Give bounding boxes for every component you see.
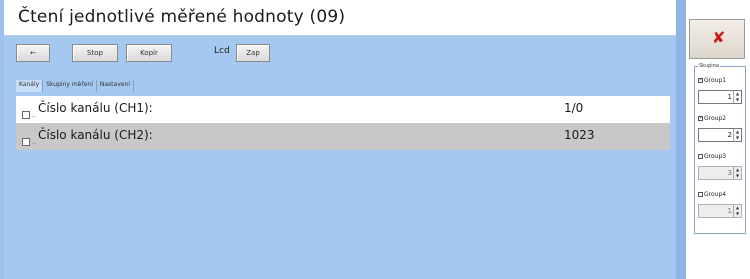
group1-spinner[interactable]: 1 ▲ ▼ [698,90,742,104]
measurement-label: Číslo kanálu (CH2): [38,128,153,142]
back-button[interactable]: ← [16,44,50,62]
group1-spin-value: 1 [727,93,732,101]
tab-bar: Kanály Skupiny měření Nastavení [16,80,134,92]
close-button[interactable]: ✘ [689,19,745,59]
tab-settings[interactable]: Nastavení [97,80,134,92]
measurement-value: 1023 [564,128,595,142]
row-checkbox[interactable] [22,111,30,119]
group2-option[interactable]: ✓Group2 [698,115,726,122]
measurement-value: 1/0 [564,101,584,115]
list-item[interactable]: .. Číslo kanálu (CH2): 1023 [16,123,670,150]
group3-spin-value: 3 [727,169,732,177]
measurement-list: .. Číslo kanálu (CH1): 1/0 .. Číslo kaná… [16,96,670,150]
copy-button[interactable]: Kopír [126,44,172,62]
close-icon: ✘ [712,28,726,47]
group4-spin-value: 1 [727,207,732,215]
lcd-label: Lcd [214,46,230,56]
spin-arrows-icon: ▲ ▼ [733,205,741,217]
group1-checkbox[interactable]: ✓ [698,78,703,83]
title-bar: Čtení jednotlivé měřené hodnoty (09) [4,0,676,36]
group1-option[interactable]: ✓Group1 [698,77,726,84]
group3-checkbox[interactable] [698,154,703,159]
list-item[interactable]: .. Číslo kanálu (CH1): 1/0 [16,96,670,123]
panel-divider [676,0,686,279]
group-box-label: Skupina [698,63,720,69]
group3-spinner: 3 ▲ ▼ [698,166,742,180]
group4-option[interactable]: Group4 [698,191,726,198]
row-marker-icon: .. [32,112,36,119]
group4-label: Group4 [704,191,727,198]
lcd-button[interactable]: Zap [236,44,270,62]
group2-checkbox[interactable]: ✓ [698,116,703,121]
measurement-label: Číslo kanálu (CH1): [38,101,153,115]
group3-option[interactable]: Group3 [698,153,726,160]
spin-arrows-icon[interactable]: ▲ ▼ [733,129,741,141]
group3-label: Group3 [704,153,727,160]
group4-spinner: 1 ▲ ▼ [698,204,742,218]
group2-spinner[interactable]: 2 ▲ ▼ [698,128,742,142]
group1-label: Group1 [704,77,727,84]
tab-measurement-groups[interactable]: Skupiny měření [43,80,97,92]
spin-arrows-icon: ▲ ▼ [733,167,741,179]
group4-checkbox[interactable] [698,192,703,197]
tab-channels[interactable]: Kanály [16,80,44,92]
stop-button[interactable]: Stop [72,44,118,62]
window-title: Čtení jednotlivé měřené hodnoty (09) [18,7,346,27]
row-marker-icon: .. [32,139,36,146]
row-checkbox[interactable] [22,138,30,146]
group2-label: Group2 [704,115,727,122]
spin-arrows-icon[interactable]: ▲ ▼ [733,91,741,103]
group2-spin-value: 2 [727,131,732,139]
